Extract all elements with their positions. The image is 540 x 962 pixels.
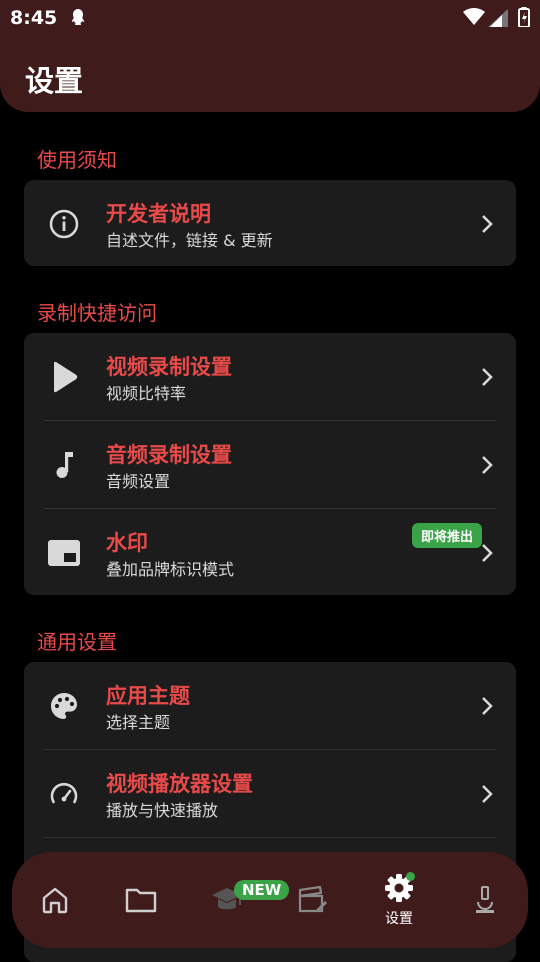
video-player-settings-item[interactable]: 视频播放器设置 播放与快速播放 [24, 750, 516, 838]
palette-icon [46, 688, 82, 724]
nav-settings-label: 设置 [385, 911, 413, 927]
nav-home[interactable] [12, 852, 98, 948]
item-title: 应用主题 [106, 684, 190, 708]
battery-icon [518, 7, 530, 27]
chevron-right-icon [482, 785, 493, 803]
clapperboard-icon [298, 885, 327, 913]
divider [44, 837, 496, 838]
nav-files[interactable] [98, 852, 184, 948]
item-title: 开发者说明 [106, 202, 211, 226]
status-time: 8:45 [10, 7, 58, 29]
coming-soon-badge: 即将推出 [412, 523, 483, 548]
item-subtitle: 自述文件，链接 & 更新 [106, 231, 273, 250]
developer-notes-item[interactable]: 开发者说明 自述文件，链接 & 更新 [24, 180, 516, 266]
nav-editor[interactable] [270, 852, 356, 948]
picture-in-picture-icon [46, 535, 82, 571]
item-subtitle: 音频设置 [106, 472, 171, 491]
signal-icon [488, 9, 508, 27]
notification-dot [406, 872, 415, 881]
section-title-usage-notes: 使用须知 [37, 148, 117, 172]
video-recording-settings-item[interactable]: 视频录制设置 视频比特率 [24, 333, 516, 421]
watermark-item[interactable]: 水印 叠加品牌标识模式 即将推出 [24, 509, 516, 595]
qq-icon [71, 9, 85, 25]
recording-shortcuts-card: 视频录制设置 视频比特率 音频录制设置 音频设置 水印 叠加品牌标识模式 即将推… [24, 333, 516, 595]
section-title-general-settings: 通用设置 [37, 630, 117, 654]
chevron-right-icon [482, 697, 493, 715]
speedometer-icon [46, 776, 82, 812]
item-title: 视频录制设置 [106, 355, 232, 379]
nav-settings[interactable]: 设置 [356, 852, 442, 948]
usage-notes-card: 开发者说明 自述文件，链接 & 更新 [24, 180, 516, 266]
info-icon [46, 206, 82, 242]
app-theme-item[interactable]: 应用主题 选择主题 [24, 662, 516, 750]
nav-lab[interactable] [442, 852, 528, 948]
nav-learn[interactable] [184, 852, 270, 948]
page-title: 设置 [25, 64, 84, 98]
bottom-navigation-bar: NEW 设置 [12, 852, 528, 948]
play-icon [46, 359, 82, 395]
microscope-icon [476, 886, 494, 913]
top-app-bar: 8:45 设置 [0, 0, 540, 112]
home-icon [42, 887, 68, 914]
item-subtitle: 播放与快速播放 [106, 801, 219, 820]
chevron-right-icon [482, 215, 493, 233]
item-subtitle: 选择主题 [106, 713, 171, 732]
chevron-right-icon [482, 456, 493, 474]
item-title: 视频播放器设置 [106, 772, 253, 796]
chevron-right-icon [482, 544, 493, 562]
music-note-icon [46, 447, 82, 483]
chevron-right-icon [482, 368, 493, 386]
item-title: 水印 [106, 531, 148, 555]
audio-recording-settings-item[interactable]: 音频录制设置 音频设置 [24, 421, 516, 509]
wifi-icon [463, 8, 485, 25]
item-subtitle: 视频比特率 [106, 384, 187, 403]
section-title-recording-shortcuts: 录制快捷访问 [37, 301, 157, 325]
item-title: 音频录制设置 [106, 443, 232, 467]
status-bar: 8:45 [0, 0, 540, 36]
item-subtitle: 叠加品牌标识模式 [106, 560, 235, 579]
folder-icon [125, 888, 157, 913]
